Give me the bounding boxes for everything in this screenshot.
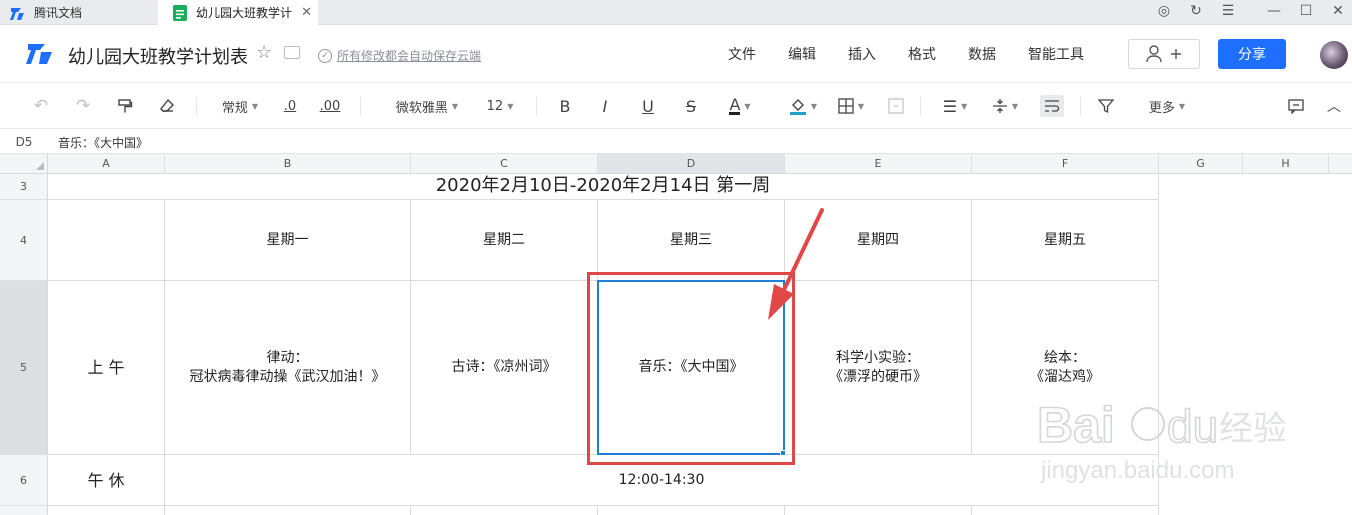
increase-decimal-button[interactable]: .00 <box>318 95 342 117</box>
check-icon: ✓ <box>318 48 332 63</box>
autosave-status[interactable]: ✓ 所有修改都会自动保存云端 <box>318 47 481 64</box>
font-family-label: 微软雅黑 <box>395 100 448 116</box>
align-center-icon: ☰ <box>942 96 958 116</box>
add-user-icon <box>1146 45 1181 63</box>
svg-text:jingyan.baidu.com: jingyan.baidu.com <box>1040 457 1234 484</box>
add-collaborator-button[interactable] <box>1128 39 1200 69</box>
baidu-jingyan-watermark: Bai du 经验 jingyan.baidu.com <box>1036 396 1285 484</box>
font-size-dropdown[interactable]: 12 ▼ <box>484 95 516 117</box>
tab-label: 幼儿园大班教学计 <box>196 6 293 20</box>
tab-tencent-docs[interactable]: 腾讯文档 <box>0 0 158 25</box>
tencent-docs-icon <box>10 5 26 21</box>
more-dropdown[interactable]: 更多 ▼ <box>1146 95 1188 117</box>
fill-color-button[interactable]: ▼ <box>786 95 820 117</box>
menu-insert[interactable]: 插入 <box>848 44 876 64</box>
wrap-text-button[interactable] <box>1040 95 1064 117</box>
autosave-text: 所有修改都会自动保存云端 <box>337 49 482 63</box>
browser-tab-bar: 腾讯文档 幼儿园大班教学计 ✕ ◎ ↻ ☰ — ☐ ✕ <box>0 0 1352 25</box>
more-label: 更多 <box>1148 100 1175 116</box>
undo-icon[interactable]: ↶ <box>30 95 52 117</box>
chevron-down-icon: ▼ <box>1011 101 1019 111</box>
window-close-icon[interactable]: ✕ <box>1328 3 1348 19</box>
menu-format[interactable]: 格式 <box>908 44 936 64</box>
filter-icon[interactable] <box>1096 95 1116 117</box>
svg-text:du: du <box>1167 400 1218 452</box>
number-format-label: 常规 <box>221 100 248 116</box>
chevron-down-icon: ▼ <box>857 101 865 111</box>
toolbar-divider <box>536 97 537 115</box>
formula-input[interactable]: 音乐：《大中国》 <box>58 134 148 151</box>
compass-icon[interactable]: ◎ <box>1154 3 1174 19</box>
cell-reference-box[interactable]: D5 <box>0 129 48 154</box>
share-button[interactable]: 分享 <box>1218 39 1286 69</box>
chevron-down-icon: ▼ <box>1178 101 1186 111</box>
minimize-icon[interactable]: — <box>1264 3 1284 19</box>
menu-file[interactable]: 文件 <box>728 44 756 64</box>
chevron-down-icon: ▼ <box>961 101 968 111</box>
clear-format-icon[interactable] <box>156 95 178 117</box>
app-header: 幼儿园大班教学计划表 ☆ ✓ 所有修改都会自动保存云端 文件 编辑 插入 格式 … <box>0 25 1352 83</box>
number-format-dropdown[interactable]: 常规 ▼ <box>216 95 264 117</box>
menu-data[interactable]: 数据 <box>968 44 996 64</box>
italic-button[interactable]: I <box>596 95 614 117</box>
bold-button[interactable]: B <box>556 95 574 117</box>
tab-label: 腾讯文档 <box>34 6 83 20</box>
format-toolbar: ↶ ↷ 常规 ▼ .0 .00 微软雅黑 ▼ 12 ▼ B I U S A ▼ ▼ ▼ … <box>0 83 1352 129</box>
collapse-toolbar-icon[interactable]: ︿ <box>1324 95 1344 117</box>
vertical-align-icon <box>992 99 1007 113</box>
borders-button[interactable]: ▼ <box>834 95 868 117</box>
strikethrough-button[interactable]: S <box>682 95 700 117</box>
font-size-label: 12 <box>486 98 504 114</box>
format-painter-icon[interactable] <box>114 95 136 117</box>
comment-icon[interactable] <box>1286 95 1306 117</box>
sheet-icon <box>172 4 188 21</box>
font-color-label: A <box>729 95 741 115</box>
vertical-align-button[interactable]: ▼ <box>988 95 1022 117</box>
chevron-down-icon: ▼ <box>451 101 459 111</box>
formula-bar: D5 音乐：《大中国》 <box>0 129 1352 154</box>
menu-icon[interactable]: ☰ <box>1218 3 1238 19</box>
spreadsheet-grid: A B C D E F G H 3 4 5 6 2020年2月10日-2020年… <box>0 154 1352 515</box>
toolbar-divider <box>360 97 361 115</box>
document-title[interactable]: 幼儿园大班教学计划表 <box>68 43 248 69</box>
chevron-down-icon: ▼ <box>744 101 751 111</box>
redo-icon[interactable]: ↷ <box>72 95 94 117</box>
svg-text:经验: 经验 <box>1219 409 1285 449</box>
wrap-text-icon <box>1045 100 1060 112</box>
decrease-decimal-button[interactable]: .0 <box>280 95 300 117</box>
chevron-down-icon: ▼ <box>810 101 818 111</box>
svg-text:Bai: Bai <box>1037 397 1115 453</box>
fill-bucket-icon <box>789 99 806 115</box>
close-tab-icon[interactable]: ✕ <box>301 5 312 20</box>
font-family-dropdown[interactable]: 微软雅黑 ▼ <box>390 95 464 117</box>
maximize-icon[interactable]: ☐ <box>1296 3 1316 19</box>
star-icon[interactable]: ☆ <box>256 42 272 63</box>
menu-edit[interactable]: 编辑 <box>788 44 816 64</box>
underline-button[interactable]: U <box>639 95 657 117</box>
toolbar-divider <box>920 97 921 115</box>
border-grid-icon <box>838 98 854 114</box>
merge-cells-icon[interactable] <box>886 95 906 117</box>
user-avatar[interactable] <box>1320 41 1348 69</box>
tab-current-document[interactable]: 幼儿园大班教学计 ✕ <box>158 0 318 25</box>
tencent-docs-logo-icon[interactable] <box>26 41 54 67</box>
toolbar-divider <box>1080 97 1081 115</box>
menu-smart-tools[interactable]: 智能工具 <box>1028 44 1084 64</box>
font-color-button[interactable]: A ▼ <box>722 95 758 117</box>
chevron-down-icon: ▼ <box>251 101 259 111</box>
folder-icon[interactable] <box>284 46 300 59</box>
toolbar-divider <box>196 97 197 115</box>
horizontal-align-button[interactable]: ☰ ▼ <box>938 95 972 117</box>
chevron-down-icon: ▼ <box>507 101 514 111</box>
refresh-icon[interactable]: ↻ <box>1186 3 1206 19</box>
